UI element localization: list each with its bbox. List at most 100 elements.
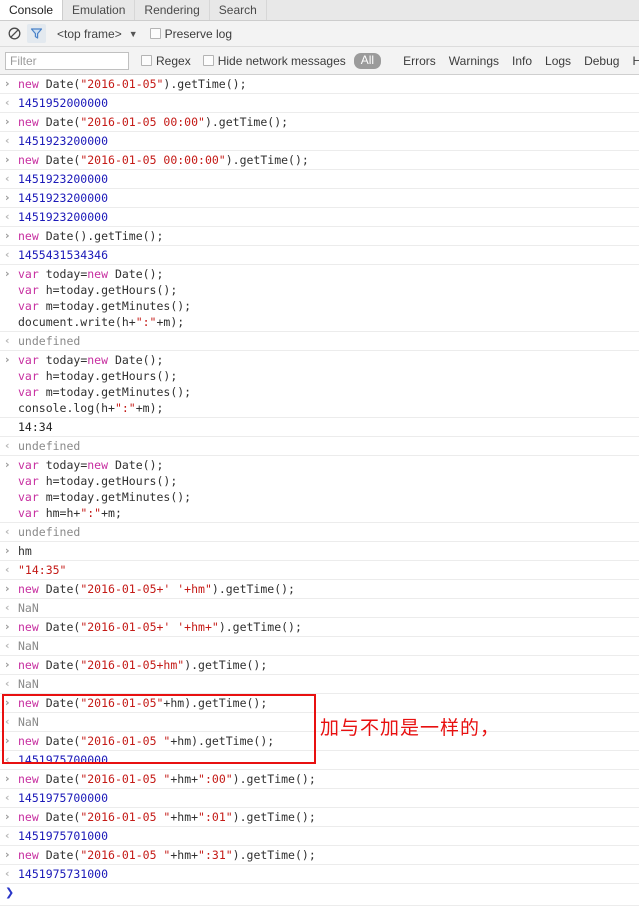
token-plain: Date(: [45, 77, 81, 91]
input-arrow-icon: ›: [5, 734, 10, 747]
console-row-input: › new Date("2016-01-05"+hm).getTime();: [0, 694, 639, 713]
token-num: 1451975701000: [18, 829, 109, 843]
tab-label: Rendering: [144, 3, 200, 17]
token-num: 1451975700000: [18, 753, 109, 767]
clear-console-icon[interactable]: [5, 24, 24, 43]
level-filter-logs[interactable]: Logs: [545, 54, 571, 68]
frame-selector[interactable]: <top frame> ▼: [57, 27, 138, 41]
level-filter-all[interactable]: All: [353, 52, 382, 69]
output-arrow-icon: ‹: [5, 439, 10, 452]
console-row-content: new Date("2016-01-05"+hm).getTime();: [18, 696, 267, 710]
devtools-tab-strip: Console Emulation Rendering Search: [0, 0, 639, 21]
output-arrow-icon: ‹: [5, 829, 10, 842]
level-filter-group: Errors Warnings Info Logs Debug Handled: [390, 54, 639, 68]
filter-funnel-icon[interactable]: [27, 24, 46, 43]
token-nanv: undefined: [18, 525, 81, 539]
token-str: "2016-01-05 ": [80, 848, 171, 862]
console-row-content: 1451975701000: [18, 829, 108, 843]
token-plain: Date();: [114, 267, 164, 281]
tab-rendering[interactable]: Rendering: [135, 0, 210, 20]
token-kw: var: [18, 353, 46, 367]
token-plain: +hm).getTime();: [170, 734, 275, 748]
console-row-output: ‹ NaN: [0, 637, 639, 656]
regex-checkbox[interactable]: Regex: [141, 54, 191, 68]
console-row-input: › new Date("2016-01-05 "+hm+":31").getTim…: [0, 846, 639, 865]
console-row-input: › new Date("2016-01-05 "+hm+":01").getTim…: [0, 808, 639, 827]
console-row-content: 1451923200000: [18, 172, 108, 186]
level-filter-warnings[interactable]: Warnings: [449, 54, 499, 68]
token-str: ":": [135, 315, 157, 329]
token-plain: document.write(h+: [18, 315, 136, 329]
console-row-content: 1451975700000: [18, 791, 108, 805]
level-filter-info[interactable]: Info: [512, 54, 532, 68]
token-kw: new: [18, 229, 46, 243]
token-plain: +m);: [135, 401, 164, 415]
preserve-log-checkbox[interactable]: Preserve log: [149, 27, 232, 41]
token-kw: new: [18, 620, 46, 634]
console-row-content: new Date().getTime();: [18, 229, 163, 243]
console-row-input: › 1451923200000: [0, 189, 639, 208]
input-arrow-icon: ›: [5, 77, 10, 90]
token-str: ":": [80, 506, 102, 520]
token-str: "2016-01-05 ": [80, 772, 171, 786]
console-log-area[interactable]: › new Date("2016-01-05").getTime(); ‹ 14519…: [0, 75, 639, 906]
console-row-content: 1451923200000: [18, 191, 108, 205]
token-plain: console.log(h+: [18, 401, 115, 415]
token-nanv: NaN: [18, 639, 39, 653]
token-plain: m=today.getMinutes();: [45, 299, 192, 313]
input-arrow-icon: ›: [5, 153, 10, 166]
console-row-output: ‹ 1451923200000: [0, 208, 639, 227]
token-kw: var: [18, 506, 46, 520]
tab-search[interactable]: Search: [210, 0, 267, 20]
console-row-content: undefined: [18, 334, 80, 348]
input-arrow-icon: ›: [5, 544, 10, 557]
token-num: 1451923200000: [18, 134, 109, 148]
filter-input[interactable]: [5, 51, 129, 70]
token-plain: h=today.getHours();: [45, 283, 178, 297]
console-row-output: ‹ undefined: [0, 332, 639, 351]
console-row-input: › new Date("2016-01-05").getTime();: [0, 75, 639, 94]
output-arrow-icon: ‹: [5, 210, 10, 223]
output-arrow-icon: ‹: [5, 96, 10, 109]
level-filter-handled[interactable]: Handled: [632, 54, 639, 68]
tab-label: Emulation: [72, 3, 126, 17]
console-row-input: › var today=new Date(); var h=today.getHo…: [0, 456, 639, 523]
token-kw: var: [18, 385, 46, 399]
tab-emulation[interactable]: Emulation: [63, 0, 136, 20]
console-row-content: var today=new Date(); var h=today.getHou…: [18, 353, 191, 415]
token-plain: Date(: [45, 772, 81, 786]
token-plain: ).getTime();: [204, 115, 289, 129]
hide-network-messages-checkbox-box: [202, 55, 214, 66]
console-row-prompt[interactable]: ❯: [0, 884, 639, 906]
token-plain: Date();: [114, 458, 164, 472]
token-str: "2016-01-05+' '+hm": [80, 582, 212, 596]
console-row-content: 1451923200000: [18, 134, 108, 148]
token-kw: var: [18, 490, 46, 504]
token-str: ":": [114, 401, 136, 415]
token-kw: new: [18, 772, 46, 786]
token-kw: var: [18, 458, 46, 472]
token-kw: new: [87, 267, 115, 281]
hide-network-messages-checkbox[interactable]: Hide network messages: [202, 54, 346, 68]
token-plain: +m;: [101, 506, 122, 520]
level-filter-debug[interactable]: Debug: [584, 54, 619, 68]
console-frame-toolbar: <top frame> ▼ Preserve log: [0, 21, 639, 47]
level-filter-errors[interactable]: Errors: [403, 54, 436, 68]
token-kw: var: [18, 283, 46, 297]
tab-console[interactable]: Console: [0, 0, 64, 20]
token-num: 1451952000000: [18, 96, 109, 110]
token-plain: Date();: [114, 353, 164, 367]
token-str: "2016-01-05": [80, 77, 164, 91]
output-arrow-icon: ‹: [5, 677, 10, 690]
console-row-content: 1451975731000: [18, 867, 108, 881]
console-row-input: › var today=new Date(); var h=today.getHo…: [0, 351, 639, 418]
console-row-content: new Date("2016-01-05 "+hm).getTime();: [18, 734, 274, 748]
tab-label: Search: [218, 3, 257, 17]
console-row-input: › new Date("2016-01-05+' '+hm").getTime()…: [0, 580, 639, 599]
token-plain: ).getTime();: [232, 810, 316, 824]
console-row-content: new Date("2016-01-05 00:00").getTime();: [18, 115, 288, 129]
console-row-output: ‹ 1451975700000: [0, 789, 639, 808]
token-plain: ).getTime();: [232, 848, 316, 862]
console-row-content: "14:35": [18, 563, 66, 577]
console-row-content: NaN: [18, 715, 39, 729]
